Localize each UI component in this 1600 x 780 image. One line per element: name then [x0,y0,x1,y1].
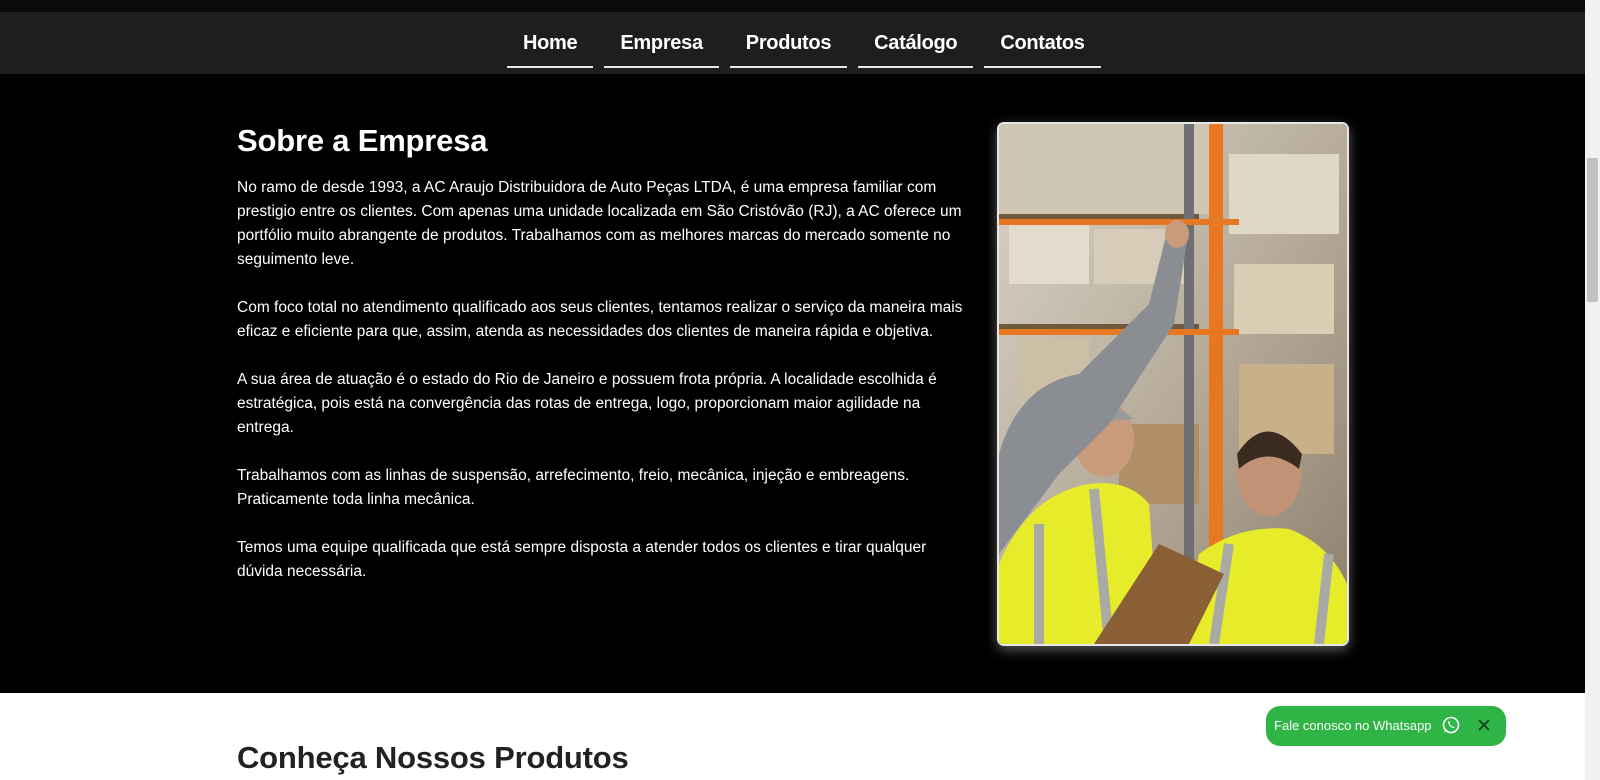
nav-item-empresa[interactable]: Empresa [604,12,719,68]
about-paragraph: A sua área de atuação é o estado do Rio … [237,371,937,436]
about-section: Sobre a Empresa No ramo de desde 1993, a… [0,74,1585,693]
about-paragraph: No ramo de desde 1993, a AC Araujo Distr… [237,179,962,268]
about-paragraph: Trabalhamos com as linhas de suspensão, … [237,467,910,508]
about-title: Sobre a Empresa [237,123,488,158]
whatsapp-icon [1442,716,1460,734]
whatsapp-chat-button[interactable]: Fale conosco no Whatsapp [1266,706,1506,746]
warehouse-photo [997,122,1349,646]
about-text: No ramo de desde 1993, a AC Araujo Distr… [237,176,965,608]
top-strip [0,0,1585,12]
nav-item-home[interactable]: Home [507,12,594,68]
about-paragraph: Temos uma equipe qualificada que está se… [237,539,927,580]
nav-item-produtos[interactable]: Produtos [729,12,848,68]
page-scrollbar[interactable] [1585,0,1600,780]
close-icon[interactable] [1476,717,1492,733]
products-title: Conheça Nossos Produtos [237,740,629,775]
whatsapp-label: Fale conosco no Whatsapp [1274,718,1432,733]
nav-item-contatos[interactable]: Contatos [984,12,1101,68]
nav-list: Home Empresa Produtos Catálogo Contatos [507,12,1112,74]
scrollbar-thumb[interactable] [1587,158,1598,302]
nav-item-catalogo[interactable]: Catálogo [858,12,974,68]
main-navbar: Home Empresa Produtos Catálogo Contatos [0,12,1585,74]
about-paragraph: Com foco total no atendimento qualificad… [237,299,963,340]
